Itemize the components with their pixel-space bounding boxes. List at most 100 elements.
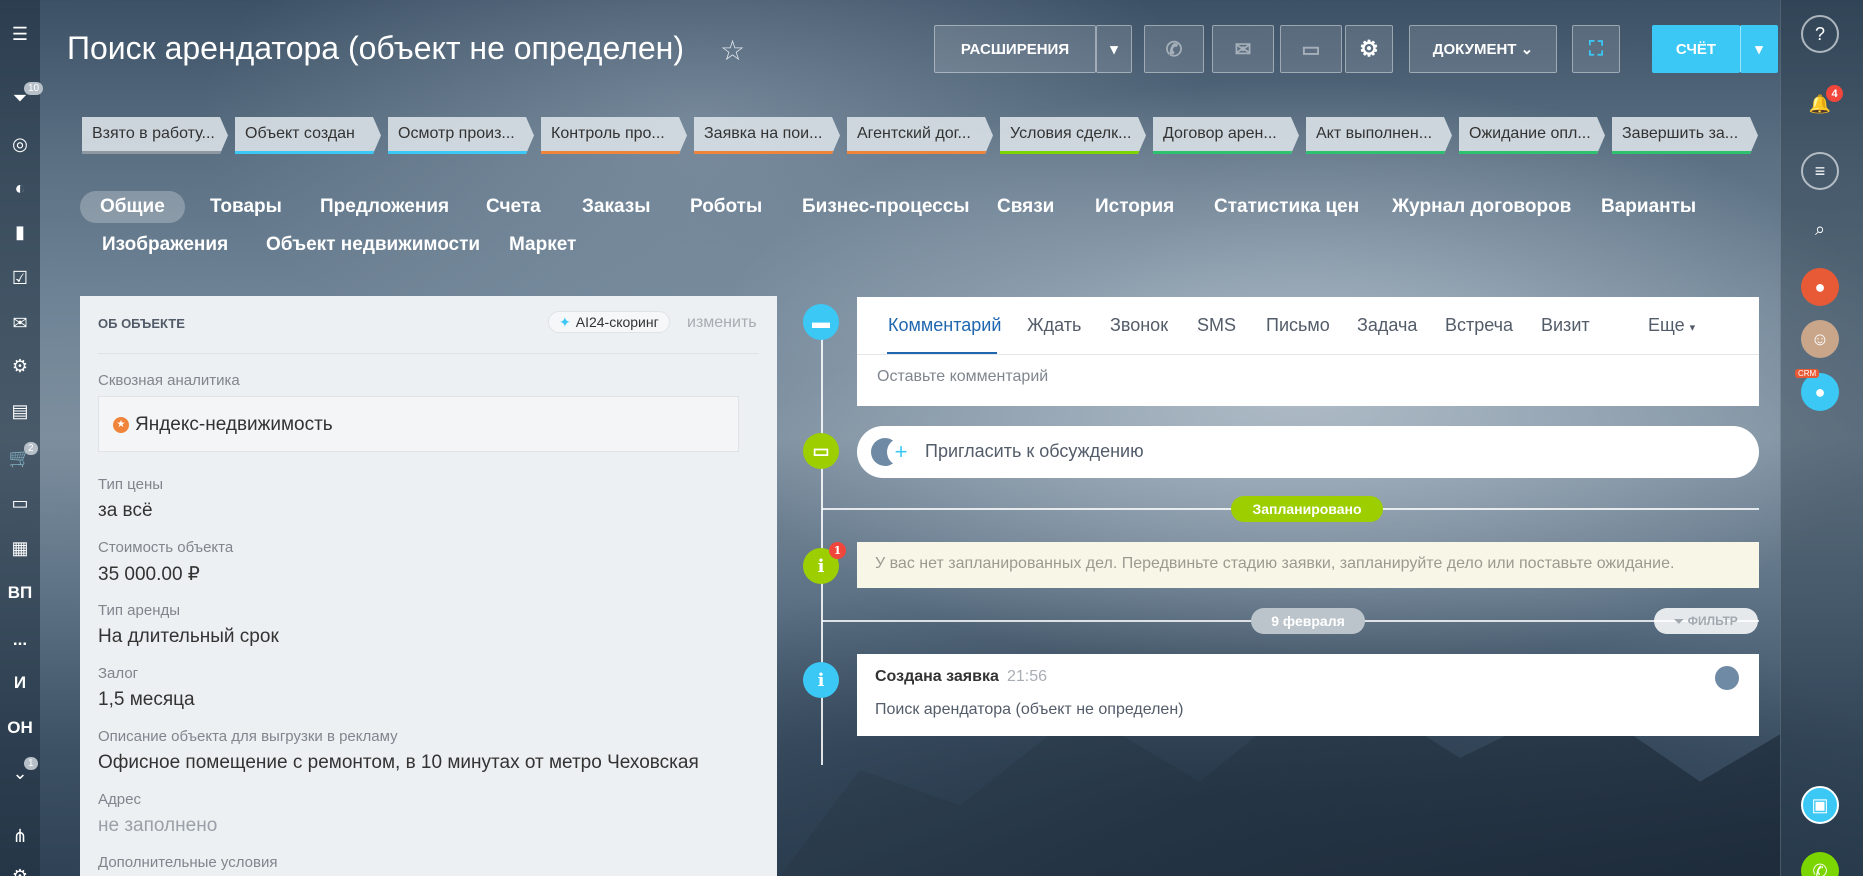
gear-icon[interactable]: ⚙ [1345, 25, 1393, 73]
card-heading: ОБ ОБЪЕКТЕ [98, 316, 185, 331]
composer-tab-comment[interactable]: Комментарий [888, 315, 1001, 336]
tab-general[interactable]: Общие [80, 191, 185, 223]
invoice-button[interactable]: СЧЁТ [1652, 25, 1740, 73]
sidebar-item-on[interactable]: ОН [0, 710, 40, 746]
email-icon[interactable]: ✉ [1212, 25, 1274, 73]
notifications-badge: 4 [1826, 85, 1843, 102]
composer-tab-email[interactable]: Письмо [1266, 315, 1330, 336]
history-event: Создана заявка 21:56 Поиск арендатора (о… [857, 654, 1759, 736]
tab-real-estate[interactable]: Объект недвижимости [266, 234, 480, 256]
field-label-description: Описание объекта для выгрузки в рекламу [98, 728, 398, 745]
event-text[interactable]: Поиск арендатора (объект не определен) [875, 701, 1183, 719]
field-label-rent-type: Тип аренды [98, 602, 181, 619]
robot-icon[interactable]: ⚙ [0, 348, 40, 384]
composer-more-label: Еще [1648, 315, 1685, 335]
stage-0[interactable]: Взято в работу... [82, 117, 228, 154]
expand-icon[interactable]: ⌄ 1 [0, 755, 40, 791]
stage-6[interactable]: Условия сделк... [1000, 117, 1146, 154]
target-icon[interactable]: ◎ [0, 126, 40, 162]
settings-small-icon[interactable]: ⚙ [0, 858, 40, 876]
reports-icon[interactable]: ▮ [0, 214, 40, 250]
field-value-address: не заполнено [98, 815, 218, 836]
stage-2[interactable]: Осмотр произ... [388, 117, 534, 154]
caret-down-icon: ▾ [1689, 322, 1696, 334]
ai-scoring-button[interactable]: ✦ AI24-скоринг [548, 311, 670, 333]
invoice-dropdown-icon[interactable]: ▾ [1740, 25, 1778, 73]
composer-tab-sms[interactable]: SMS [1197, 315, 1236, 336]
extensions-dropdown-icon[interactable]: ▾ [1096, 25, 1132, 73]
call-icon[interactable]: ✆ [1144, 25, 1204, 73]
fullscreen-icon[interactable]: ⛶ [1572, 25, 1620, 73]
composer-divider [857, 354, 1759, 355]
tab-history[interactable]: История [1095, 196, 1174, 218]
filter-button[interactable]: ⏷ ФИЛЬТР [1654, 608, 1758, 634]
composer-tab-task[interactable]: Задача [1357, 315, 1417, 336]
tab-invoices[interactable]: Счета [486, 196, 541, 218]
tab-images[interactable]: Изображения [102, 234, 228, 256]
stage-10[interactable]: Завершить за... [1612, 117, 1758, 154]
search-icon[interactable]: ⌕ [1801, 210, 1839, 248]
tab-products[interactable]: Товары [210, 196, 282, 218]
bell-icon[interactable]: 🔔 4 [1801, 85, 1843, 123]
filter-count: 10 [24, 82, 44, 95]
avatar-group[interactable]: ☺ [1801, 320, 1839, 358]
stage-3[interactable]: Контроль про... [541, 117, 687, 154]
mobile-app-icon[interactable]: ▣ [1801, 786, 1839, 824]
discussion-icon: ▭ [803, 433, 839, 469]
extensions-button[interactable]: РАСШИРЕНИЯ [934, 25, 1096, 73]
cart-icon[interactable]: 🛒 2 [0, 440, 40, 476]
tab-variants[interactable]: Варианты [1601, 196, 1696, 218]
tab-business-processes[interactable]: Бизнес-процессы [802, 196, 970, 218]
sale-icon[interactable]: ▤ [0, 393, 40, 429]
event-title: Создана заявка [875, 668, 999, 685]
event-author-avatar[interactable] [1715, 666, 1739, 690]
event-time: 21:56 [1007, 668, 1048, 685]
sidebar-item-vp[interactable]: ВП [0, 575, 40, 611]
avatar-crm[interactable]: ● CRM [1795, 369, 1839, 411]
composer-tab-visit[interactable]: Визит [1541, 315, 1590, 336]
analytics-value: Яндекс-недвижимость [135, 414, 333, 435]
field-value-deposit: 1,5 месяца [98, 689, 195, 710]
filter-label: ФИЛЬТР [1687, 614, 1738, 628]
sidebar-item-i[interactable]: И [0, 665, 40, 701]
help-icon[interactable]: ? [1801, 15, 1839, 53]
invite-to-discussion[interactable]: + Пригласить к обсуждению [857, 426, 1759, 478]
apps-icon[interactable]: ▦ [0, 530, 40, 566]
stage-7[interactable]: Договор арен... [1153, 117, 1299, 154]
tab-links[interactable]: Связи [997, 196, 1054, 218]
document-button[interactable]: ДОКУМЕНТ ⌄ [1409, 25, 1557, 73]
tasks-icon[interactable]: ☑ [0, 260, 40, 296]
composer-tab-meeting[interactable]: Встреча [1445, 315, 1513, 336]
chat-icon[interactable]: ≡ [1801, 152, 1839, 190]
tab-offers[interactable]: Предложения [320, 196, 449, 218]
mail-icon[interactable]: ✉ [0, 305, 40, 341]
tab-orders[interactable]: Заказы [582, 196, 650, 218]
field-value-rent-type: На длительный срок [98, 626, 279, 647]
ai-icon: ✦ [559, 313, 571, 330]
avatar-user-1[interactable]: ● [1801, 268, 1839, 306]
menu-icon[interactable]: ☰ [0, 16, 40, 52]
tab-robots[interactable]: Роботы [690, 196, 762, 218]
composer-tab-call[interactable]: Звонок [1110, 315, 1168, 336]
favorite-star-icon[interactable]: ☆ [720, 34, 745, 67]
tab-market[interactable]: Маркет [509, 234, 576, 256]
calendar-icon[interactable]: ▭ [0, 485, 40, 521]
messenger-icon[interactable]: ▭ [1280, 25, 1342, 73]
composer-tab-wait[interactable]: Ждать [1027, 315, 1081, 336]
stage-1[interactable]: Объект создан [235, 117, 381, 154]
crm-badge: CRM [1795, 369, 1820, 378]
tab-price-stats[interactable]: Статистика цен [1214, 196, 1359, 218]
timeline-icon[interactable]: ◐ [0, 170, 40, 206]
stage-9[interactable]: Ожидание опл... [1459, 117, 1605, 154]
field-value-price-type: за всё [98, 500, 153, 521]
composer-tab-more[interactable]: Еще ▾ [1648, 315, 1695, 336]
comment-input[interactable]: Оставьте комментарий [877, 368, 1048, 386]
filter-icon[interactable]: ⏷ 10 [0, 80, 44, 116]
network-icon[interactable]: ⋔ [0, 818, 40, 854]
stage-8[interactable]: Акт выполнен... [1306, 117, 1452, 154]
edit-link[interactable]: изменить [687, 314, 757, 332]
sidebar-item-more[interactable]: ... [0, 622, 40, 658]
tab-contract-journal[interactable]: Журнал договоров [1392, 196, 1571, 218]
stage-4[interactable]: Заявка на пои... [694, 117, 840, 154]
stage-5[interactable]: Агентский дог... [847, 117, 993, 154]
